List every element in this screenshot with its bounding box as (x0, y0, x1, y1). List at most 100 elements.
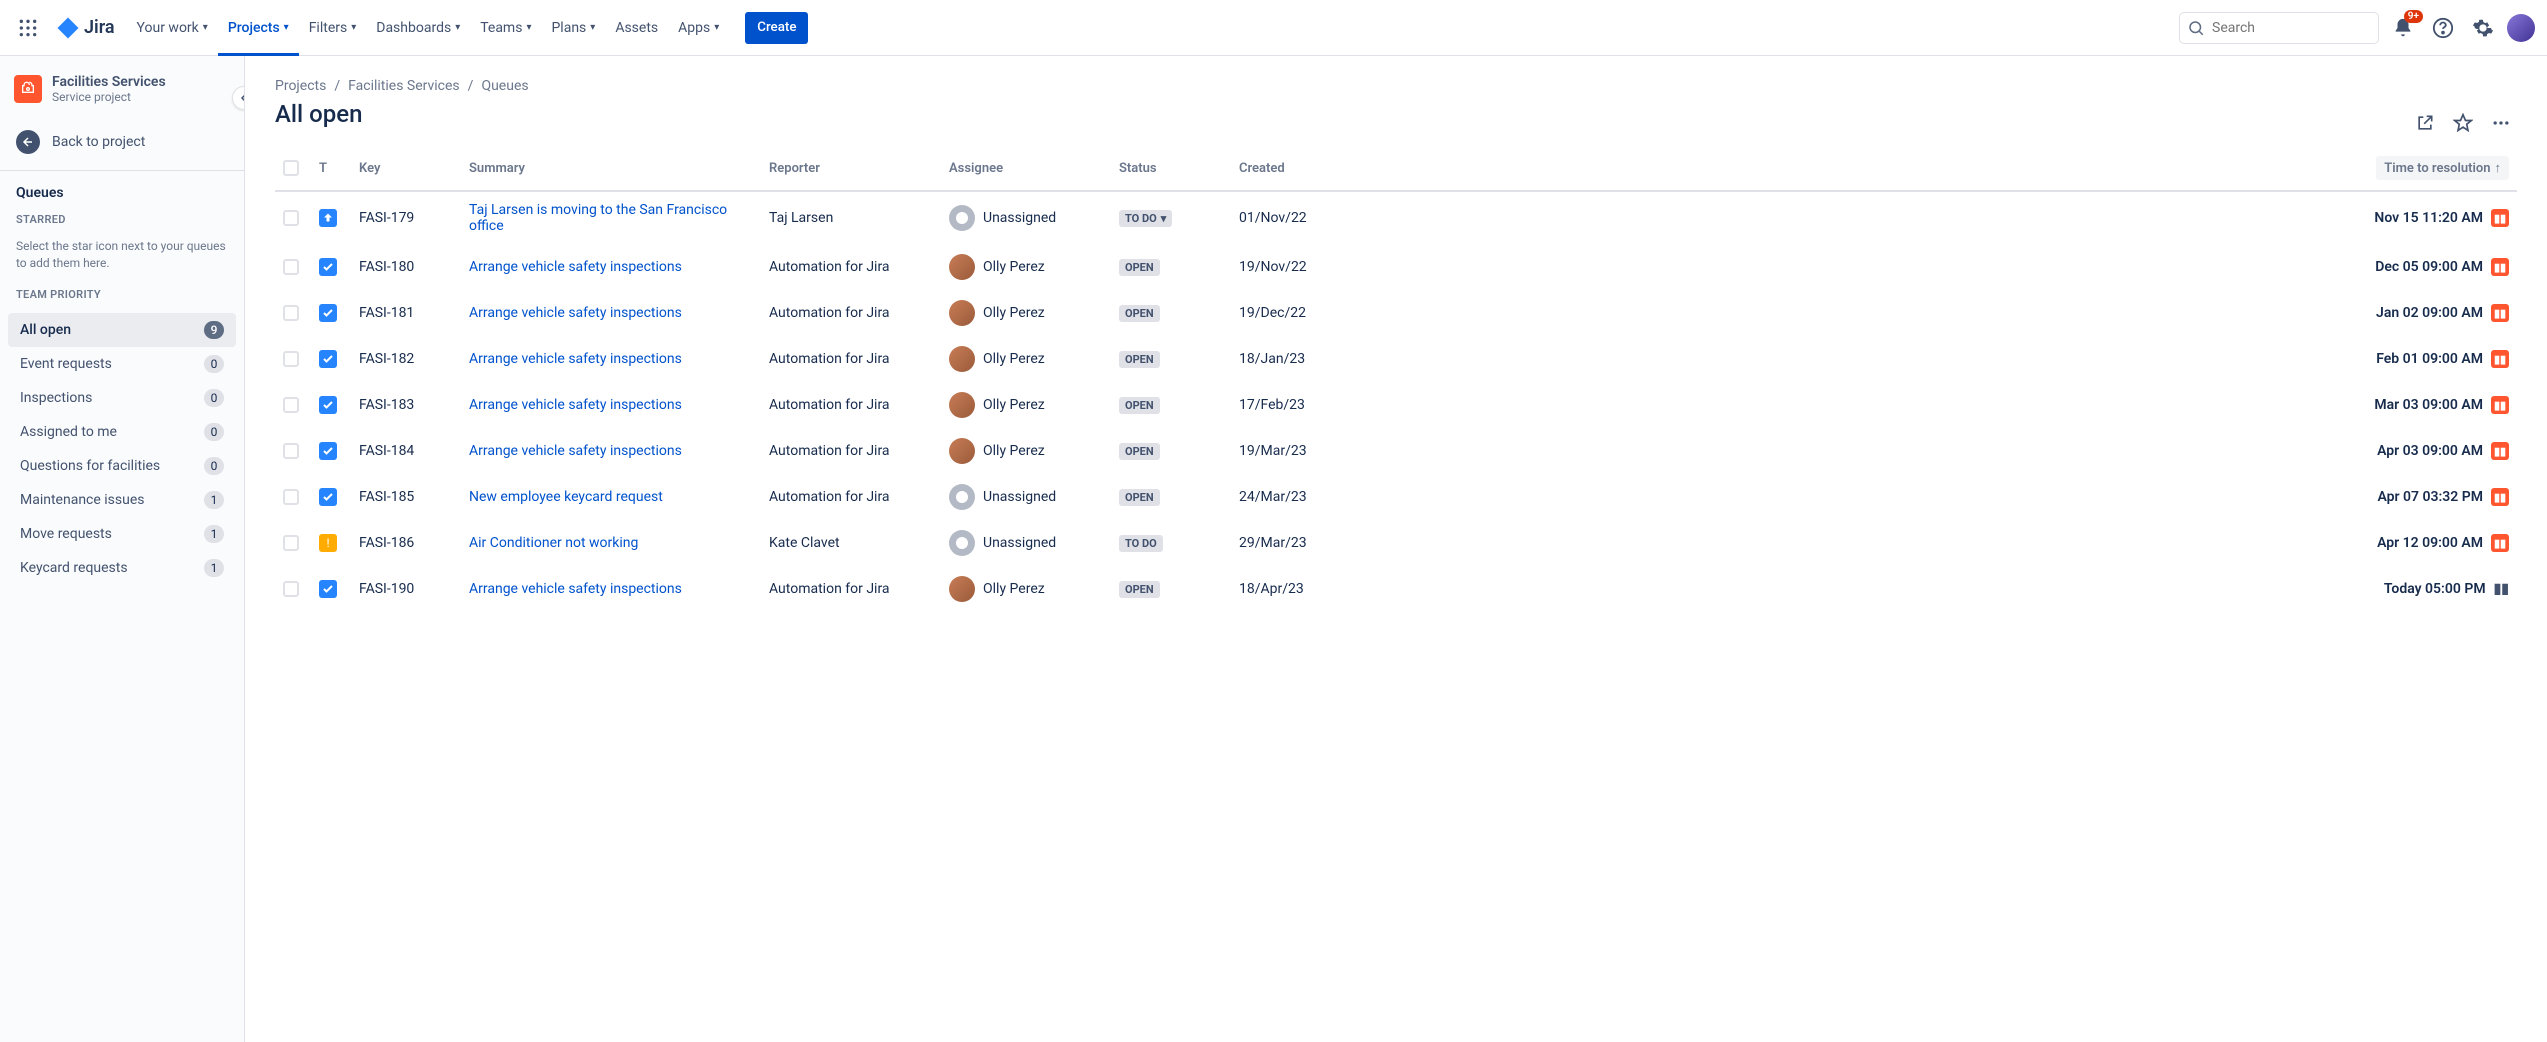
status-badge[interactable]: OPEN (1119, 581, 1160, 598)
issue-summary-link[interactable]: Arrange vehicle safety inspections (469, 305, 682, 321)
issue-key[interactable]: FASI-181 (351, 290, 461, 336)
nav-plans[interactable]: Plans▾ (541, 0, 605, 56)
status-badge[interactable]: OPEN (1119, 305, 1160, 322)
task-icon (319, 396, 337, 414)
notifications-button[interactable]: 9+ (2387, 12, 2419, 44)
col-status[interactable]: Status (1111, 146, 1231, 191)
row-checkbox[interactable] (283, 351, 299, 367)
issue-summary-link[interactable]: Arrange vehicle safety inspections (469, 259, 682, 275)
row-checkbox[interactable] (283, 489, 299, 505)
nav-assets[interactable]: Assets (605, 0, 668, 56)
issue-summary-link[interactable]: Arrange vehicle safety inspections (469, 443, 682, 459)
issue-summary-link[interactable]: Taj Larsen is moving to the San Francisc… (469, 202, 727, 234)
nav-dashboards[interactable]: Dashboards▾ (366, 0, 470, 56)
created-date: 17/Feb/23 (1231, 382, 1361, 428)
select-all-checkbox[interactable] (283, 160, 299, 176)
table-row[interactable]: FASI-182 Arrange vehicle safety inspectio… (275, 336, 2517, 382)
assignee-avatar (949, 346, 975, 372)
issue-summary-link[interactable]: Arrange vehicle safety inspections (469, 397, 682, 413)
table-row[interactable]: !FASI-186Air Conditioner not workingKate… (275, 520, 2517, 566)
issue-key[interactable]: FASI-185 (351, 474, 461, 520)
queue-item-event-requests[interactable]: Event requests0 (8, 347, 236, 381)
col-reporter[interactable]: Reporter (761, 146, 941, 191)
row-checkbox[interactable] (283, 443, 299, 459)
issue-summary-link[interactable]: New employee keycard request (469, 489, 663, 505)
status-badge[interactable]: OPEN (1119, 351, 1160, 368)
project-type: Service project (52, 90, 166, 104)
issue-summary-link[interactable]: Arrange vehicle safety inspections (469, 581, 682, 597)
status-badge[interactable]: TO DO ▾ (1119, 210, 1172, 227)
table-row[interactable]: FASI-184 Arrange vehicle safety inspectio… (275, 428, 2517, 474)
assignee-avatar (949, 300, 975, 326)
row-checkbox[interactable] (283, 397, 299, 413)
issue-key[interactable]: FASI-179 (351, 191, 461, 244)
top-nav: Jira Your work▾Projects▾Filters▾Dashboar… (0, 0, 2547, 56)
table-row[interactable]: FASI-190 Arrange vehicle safety inspectio… (275, 566, 2517, 612)
jira-logo[interactable]: Jira (48, 16, 123, 40)
row-checkbox[interactable] (283, 581, 299, 597)
assignee-avatar (949, 254, 975, 280)
breadcrumb-item[interactable]: Projects (275, 78, 326, 94)
table-row[interactable]: FASI-183 Arrange vehicle safety inspectio… (275, 382, 2517, 428)
created-date: 24/Mar/23 (1231, 474, 1361, 520)
profile-avatar[interactable] (2507, 14, 2535, 42)
back-to-project[interactable]: Back to project (0, 120, 244, 164)
row-checkbox[interactable] (283, 305, 299, 321)
col-summary[interactable]: Summary (461, 146, 761, 191)
table-row[interactable]: FASI-180 Arrange vehicle safety inspectio… (275, 244, 2517, 290)
issue-key[interactable]: FASI-186 (351, 520, 461, 566)
issue-summary-link[interactable]: Air Conditioner not working (469, 535, 638, 551)
status-badge[interactable]: OPEN (1119, 397, 1160, 414)
status-badge[interactable]: OPEN (1119, 443, 1160, 460)
queue-item-maintenance-issues[interactable]: Maintenance issues1 (8, 483, 236, 517)
breadcrumb-item[interactable]: Facilities Services (348, 78, 460, 94)
col-key[interactable]: Key (351, 146, 461, 191)
col-assignee[interactable]: Assignee (941, 146, 1111, 191)
more-actions-icon[interactable] (2485, 107, 2517, 139)
queue-item-inspections[interactable]: Inspections0 (8, 381, 236, 415)
create-button[interactable]: Create (745, 12, 808, 44)
table-row[interactable]: FASI-185New employee keycard requestAuto… (275, 474, 2517, 520)
table-row[interactable]: FASI-181 Arrange vehicle safety inspectio… (275, 290, 2517, 336)
breadcrumb-item[interactable]: Queues (481, 78, 528, 94)
issue-summary-link[interactable]: Arrange vehicle safety inspections (469, 351, 682, 367)
status-badge[interactable]: TO DO (1119, 535, 1163, 552)
row-checkbox[interactable] (283, 210, 299, 226)
help-icon[interactable] (2427, 12, 2459, 44)
queue-item-questions-for-facilities[interactable]: Questions for facilities0 (8, 449, 236, 483)
assignee-avatar (949, 205, 975, 231)
issue-key[interactable]: FASI-184 (351, 428, 461, 474)
sla-value: Feb 01 09:00 AM (2376, 351, 2483, 367)
col-sla[interactable]: Time to resolution ↑ (1361, 146, 2517, 191)
issue-key[interactable]: FASI-183 (351, 382, 461, 428)
queue-item-move-requests[interactable]: Move requests1 (8, 517, 236, 551)
page-title: All open (275, 100, 362, 128)
col-created[interactable]: Created (1231, 146, 1361, 191)
nav-projects[interactable]: Projects▾ (218, 0, 299, 56)
chevron-down-icon: ▾ (351, 22, 356, 33)
search-input[interactable] (2179, 12, 2379, 44)
nav-teams[interactable]: Teams▾ (470, 0, 541, 56)
settings-icon[interactable] (2467, 12, 2499, 44)
issue-key[interactable]: FASI-190 (351, 566, 461, 612)
queue-item-keycard-requests[interactable]: Keycard requests1 (8, 551, 236, 585)
status-badge[interactable]: OPEN (1119, 489, 1160, 506)
nav-filters[interactable]: Filters▾ (299, 0, 367, 56)
col-type[interactable]: T (311, 146, 351, 191)
task-icon (319, 304, 337, 322)
issue-key[interactable]: FASI-180 (351, 244, 461, 290)
queue-item-all-open[interactable]: All open9 (8, 313, 236, 347)
project-name: Facilities Services (52, 74, 166, 90)
nav-apps[interactable]: Apps▾ (668, 0, 729, 56)
star-icon[interactable] (2447, 107, 2479, 139)
nav-your-work[interactable]: Your work▾ (127, 0, 218, 56)
row-checkbox[interactable] (283, 259, 299, 275)
status-badge[interactable]: OPEN (1119, 259, 1160, 276)
issue-key[interactable]: FASI-182 (351, 336, 461, 382)
queue-item-assigned-to-me[interactable]: Assigned to me0 (8, 415, 236, 449)
row-checkbox[interactable] (283, 535, 299, 551)
app-switcher-icon[interactable] (12, 12, 44, 44)
sla-value: Jan 02 09:00 AM (2376, 305, 2483, 321)
table-row[interactable]: FASI-179Taj Larsen is moving to the San … (275, 191, 2517, 244)
open-external-icon[interactable] (2409, 107, 2441, 139)
